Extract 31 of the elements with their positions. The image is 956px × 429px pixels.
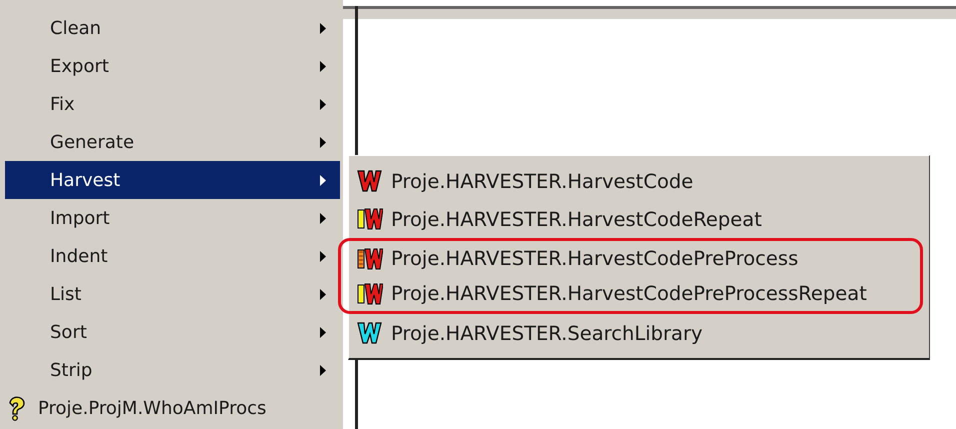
menu-item[interactable]: Strip xyxy=(5,351,340,389)
w-icon xyxy=(357,321,383,345)
menu-item[interactable]: Import xyxy=(5,199,340,237)
menu-item[interactable]: Indent xyxy=(5,237,340,275)
menu-item[interactable]: Generate xyxy=(5,123,340,161)
menu-item[interactable]: Harvest xyxy=(5,161,340,199)
menu-item[interactable]: Proje.HARVESTER.HarvestCodePreProcessRepeat xyxy=(355,276,920,311)
menu-item[interactable]: Export xyxy=(5,47,340,85)
menu-item[interactable]: Proje.HARVESTER.HarvestCode xyxy=(355,162,925,200)
arrow-icon xyxy=(320,136,326,148)
menu-item[interactable]: Proje.HARVESTER.HarvestCodePreProcess xyxy=(355,241,920,276)
arrow-icon xyxy=(320,212,326,224)
menu-item[interactable]: Proje.ProjM.WhoAmIProcs xyxy=(5,389,340,427)
w-icon xyxy=(357,282,383,306)
arrow-icon xyxy=(320,326,326,338)
arrow-icon xyxy=(320,174,326,186)
arrow-icon xyxy=(320,288,326,300)
menu-item[interactable]: Proje.HARVESTER.SearchLibrary xyxy=(355,314,925,352)
menu-item[interactable]: Clean xyxy=(5,9,340,47)
arrow-icon xyxy=(320,98,326,110)
w-icon xyxy=(357,246,383,270)
arrow-icon xyxy=(320,22,326,34)
menu-item[interactable]: Sort xyxy=(5,313,340,351)
menu-item[interactable]: List xyxy=(5,275,340,313)
menu-item[interactable]: Proje.HARVESTER.HarvestCodeRepeat xyxy=(355,200,925,238)
w-icon xyxy=(357,207,383,231)
w-icon xyxy=(357,169,383,193)
menu-item[interactable]: Fix xyxy=(5,85,340,123)
arrow-icon xyxy=(320,364,326,376)
arrow-icon xyxy=(320,250,326,262)
arrow-icon xyxy=(320,60,326,72)
